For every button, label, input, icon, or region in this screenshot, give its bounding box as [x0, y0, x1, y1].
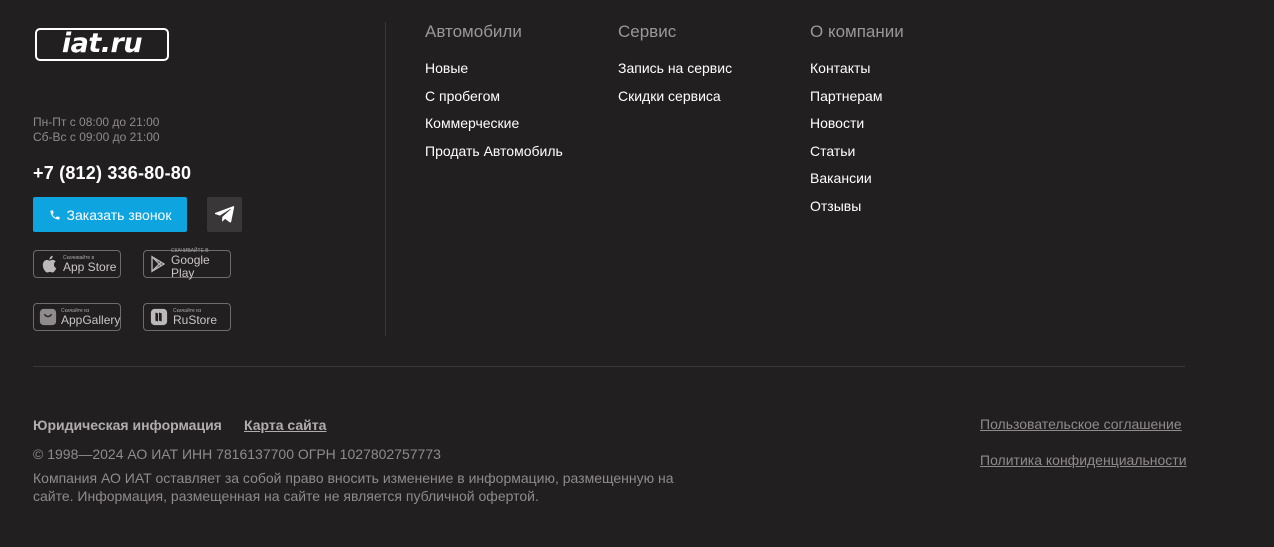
phone-number[interactable]: +7 (812) 336-80-80 [33, 163, 191, 184]
google-play-icon [149, 254, 167, 274]
app-store-badge[interactable]: Скачивайте в App Store [33, 250, 121, 278]
service-link-discounts[interactable]: Скидки сервиса [618, 88, 721, 104]
cars-link-sell[interactable]: Продать Автомобиль [425, 143, 563, 159]
site-logo[interactable]: iat.ru [35, 28, 169, 61]
rustore-icon [149, 307, 169, 327]
callback-button[interactable]: Заказать звонок [33, 197, 187, 232]
appgallery-label: AppGallery [61, 312, 121, 327]
apple-icon [39, 254, 59, 274]
hours-weekend: Сб-Вс с 09:00 до 21:00 [33, 130, 160, 144]
disclaimer-text: Компания АО ИАТ оставляет за собой право… [33, 470, 674, 504]
cars-link-new[interactable]: Новые [425, 60, 468, 76]
company-link-news[interactable]: Новости [810, 115, 864, 131]
company-link-partners[interactable]: Партнерам [810, 88, 882, 104]
logo-text: iat.ru [61, 28, 143, 59]
sitemap-link[interactable]: Карта сайта [244, 417, 326, 433]
horizontal-divider [33, 366, 1185, 367]
cars-link-used[interactable]: С пробегом [425, 88, 500, 104]
cars-heading: Автомобили [425, 22, 522, 41]
callback-button-label: Заказать звонок [66, 206, 172, 223]
google-play-badge[interactable]: СКАЧИВАЙТЕ В Google Play [143, 248, 231, 280]
user-agreement-link[interactable]: Пользовательское соглашение [980, 416, 1182, 432]
rustore-label: RuStore [173, 312, 218, 327]
hours-weekdays: Пн-Пт с 08:00 до 21:00 [33, 115, 160, 129]
phone-icon [50, 210, 60, 219]
telegram-icon [214, 206, 234, 223]
company-link-articles[interactable]: Статьи [810, 143, 855, 159]
cars-link-commercial[interactable]: Коммерческие [425, 115, 519, 131]
company-heading: О компании [810, 22, 904, 41]
google-play-label: Google Play [171, 253, 210, 280]
company-link-vacancies[interactable]: Вакансии [810, 170, 872, 186]
rustore-badge[interactable]: Скачайте из RuStore [143, 303, 231, 331]
privacy-policy-link[interactable]: Политика конфиденциальности [980, 452, 1187, 468]
company-link-contacts[interactable]: Контакты [810, 60, 870, 76]
company-link-reviews[interactable]: Отзывы [810, 198, 861, 214]
vertical-divider [385, 22, 386, 336]
telegram-button[interactable] [207, 197, 242, 232]
service-link-booking[interactable]: Запись на сервис [618, 60, 732, 76]
legal-info-link[interactable]: Юридическая информация [33, 417, 222, 433]
service-heading: Сервис [618, 22, 677, 41]
huawei-icon [39, 307, 57, 327]
app-store-label: App Store [63, 259, 117, 274]
appgallery-badge[interactable]: Скачайте из AppGallery [33, 303, 121, 331]
copyright-text: © 1998—2024 АО ИАТ ИНН 7816137700 ОГРН 1… [33, 446, 441, 462]
